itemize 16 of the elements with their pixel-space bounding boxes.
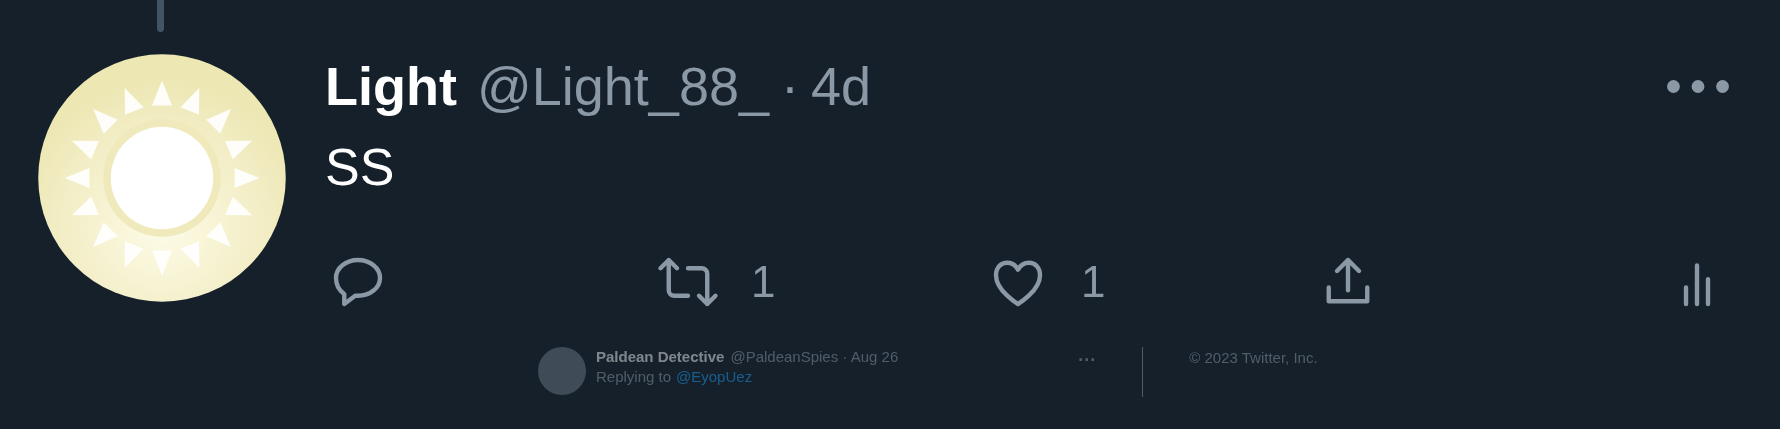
action-count: 1 bbox=[751, 256, 776, 308]
footer-copyright: © 2023 Twitter, Inc. bbox=[1189, 348, 1318, 368]
avatar bbox=[538, 347, 586, 395]
sun-avatar[interactable] bbox=[37, 53, 287, 303]
replying-label: Replying to bbox=[596, 367, 672, 387]
separator-dot: · bbox=[781, 54, 799, 118]
tweet-time[interactable]: 4d bbox=[811, 45, 872, 127]
user-name[interactable]: Light bbox=[325, 45, 457, 127]
action-count: 1 bbox=[1081, 256, 1106, 308]
user-name: Paldean Detective bbox=[596, 347, 725, 367]
reply-handle: @EyopUez bbox=[676, 367, 753, 387]
more-icon[interactable] bbox=[1666, 78, 1730, 94]
user-handle: @PaldeanSpies · Aug 26 bbox=[730, 347, 899, 367]
more-label: ··· bbox=[1078, 349, 1097, 372]
tweet-text: SS bbox=[325, 141, 396, 193]
user-handle[interactable]: @Light_88_ bbox=[476, 45, 769, 127]
